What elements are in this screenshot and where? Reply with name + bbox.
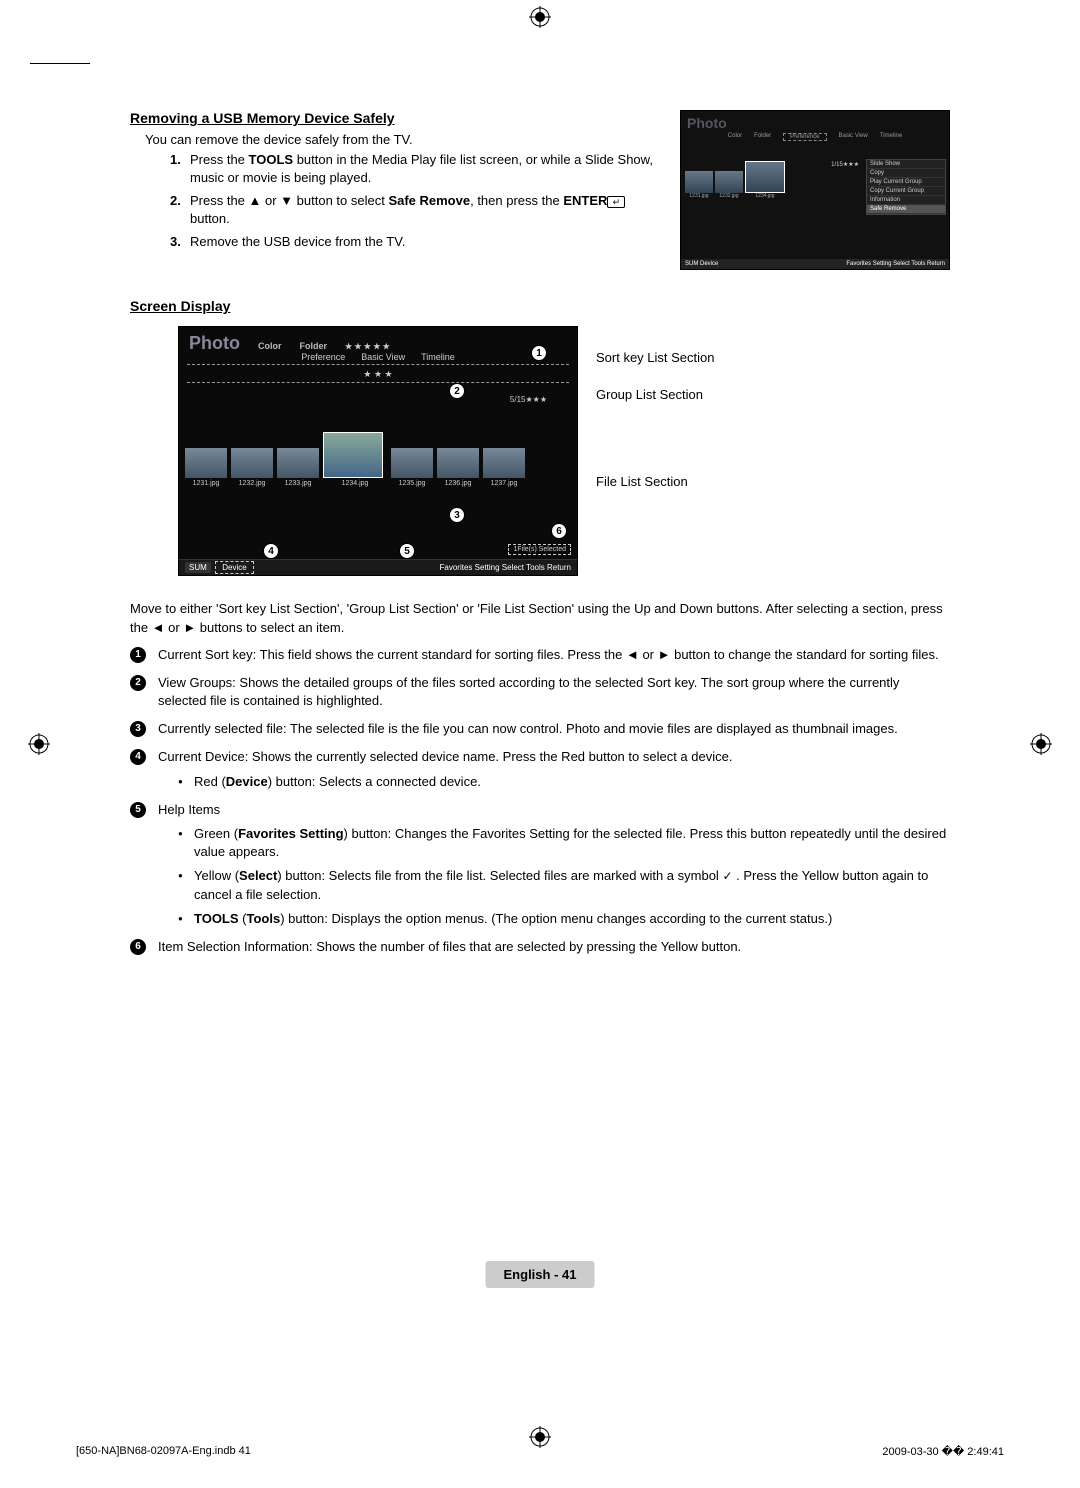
footer-filename: [650-NA]BN68-02097A-Eng.indb 41 — [76, 1445, 251, 1458]
safe-remove-screenshot: Photo Color Folder Preference Basic View… — [680, 110, 950, 270]
step-2: 2.Press the ▲ or ▼ button to select Safe… — [170, 192, 660, 227]
page-footer-center: English - 41 — [486, 1261, 595, 1288]
item-4-red: Red (Device) button: Selects a connected… — [178, 773, 950, 791]
tools-menu: Slide Show Copy Play Current Group Copy … — [866, 159, 946, 215]
item-5-green: Green (Favorites Setting) button: Change… — [178, 825, 950, 861]
instructions-paragraph: Move to either 'Sort key List Section', … — [130, 600, 950, 638]
numbered-callout-list: 1Current Sort key: This field shows the … — [130, 646, 950, 956]
screenshot-title: Photo — [681, 111, 949, 131]
label-group-list: Group List Section — [596, 387, 715, 402]
step-3: 3.Remove the USB device from the TV. — [170, 233, 660, 251]
section-heading-screen-display: Screen Display — [130, 298, 950, 314]
enter-icon: ↵ — [607, 196, 625, 208]
crop-mark — [30, 50, 90, 64]
callout-6: 6 — [551, 523, 567, 539]
label-sort-key: Sort key List Section — [596, 350, 715, 365]
item-4: 4Current Device: Shows the currently sel… — [130, 748, 950, 790]
callout-5: 5 — [399, 543, 415, 559]
steps-list: 1.Press the TOOLS button in the Media Pl… — [170, 151, 660, 251]
diagram-title: Photo — [189, 333, 240, 354]
label-file-list: File List Section — [596, 474, 715, 489]
item-5: 5Help Items Green (Favorites Setting) bu… — [130, 801, 950, 928]
page-footer: [650-NA]BN68-02097A-Eng.indb 41 2009-03-… — [76, 1445, 1004, 1458]
item-3: 3Currently selected file: The selected f… — [130, 720, 950, 738]
item-2: 2View Groups: Shows the detailed groups … — [130, 674, 950, 710]
item-5-tools: TOOLS (Tools) button: Displays the optio… — [178, 910, 950, 928]
callout-2: 2 — [449, 383, 465, 399]
registration-mark-icon — [1030, 733, 1052, 755]
item-6: 6Item Selection Information: Shows the n… — [130, 938, 950, 956]
callout-4: 4 — [263, 543, 279, 559]
intro-text: You can remove the device safely from th… — [145, 132, 660, 147]
item-5-yellow: Yellow (Select) button: Selects file fro… — [178, 867, 950, 903]
checkmark-icon: ✓ — [722, 868, 732, 885]
registration-mark-icon — [529, 6, 551, 28]
callout-3: 3 — [449, 507, 465, 523]
section-heading-removing-usb: Removing a USB Memory Device Safely — [130, 110, 660, 126]
step-1: 1.Press the TOOLS button in the Media Pl… — [170, 151, 660, 186]
item-1: 1Current Sort key: This field shows the … — [130, 646, 950, 664]
footer-timestamp: 2009-03-30 �� 2:49:41 — [882, 1445, 1004, 1458]
registration-mark-icon — [28, 733, 50, 755]
screen-display-diagram: Photo Color Folder ★ ★ ★ ★ ★ Preference … — [178, 326, 578, 576]
diagram-labels: Sort key List Section Group List Section… — [596, 326, 715, 576]
callout-1: 1 — [531, 345, 547, 361]
selection-box: 1File(s) Selected — [508, 544, 571, 555]
